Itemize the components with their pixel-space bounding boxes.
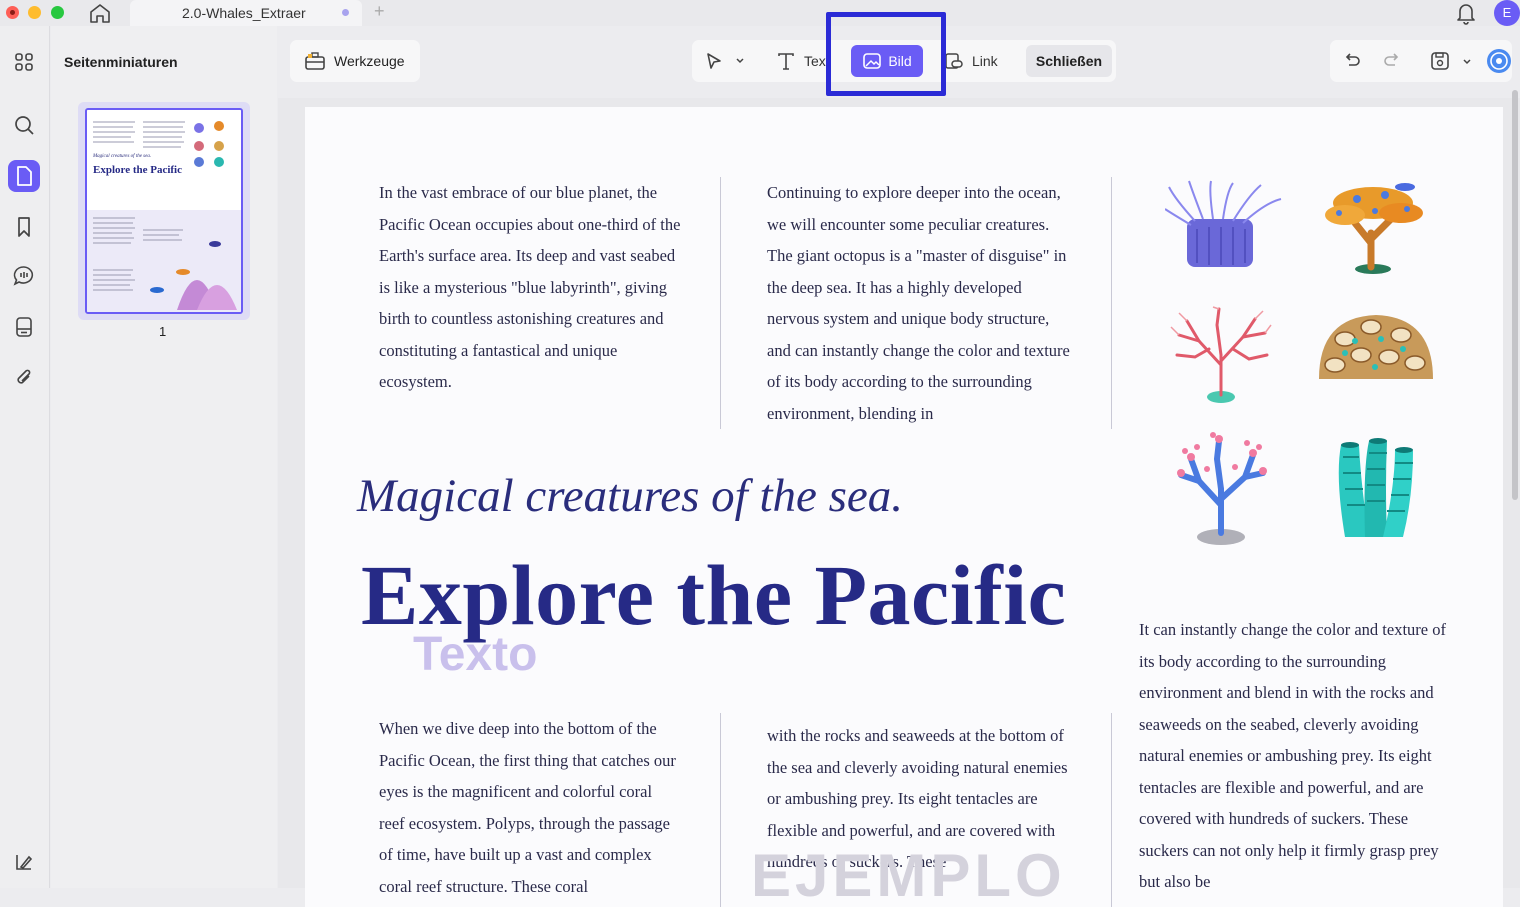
vertical-scrollbar[interactable] <box>1512 90 1518 500</box>
thumbnail-preview: Magical creatures of the sea. Explore th… <box>85 108 243 314</box>
page-thumbnail[interactable]: Magical creatures of the sea. Explore th… <box>78 102 250 320</box>
text-block-coral[interactable]: When we dive deep into the bottom of the… <box>379 713 681 902</box>
form-icon[interactable] <box>8 311 40 343</box>
save-icon[interactable] <box>1429 50 1451 77</box>
page-icon[interactable] <box>8 160 40 192</box>
watermark-texto: Texto <box>413 628 538 681</box>
coral-image-red-fan[interactable] <box>1169 305 1273 412</box>
link-tool-button[interactable]: Link <box>944 40 998 82</box>
grid-icon[interactable] <box>8 46 40 78</box>
coral-image-blue-branch[interactable] <box>1171 429 1271 552</box>
text-block-octopus[interactable]: Continuing to explore deeper into the oc… <box>767 177 1077 429</box>
unsaved-dot-icon <box>342 9 349 16</box>
new-tab-icon[interactable]: + <box>374 1 385 22</box>
document-page[interactable]: In the vast embrace of our blue planet, … <box>305 107 1503 907</box>
home-icon[interactable] <box>88 2 112 24</box>
redo-icon[interactable] <box>1382 51 1402 76</box>
select-tool-button[interactable] <box>704 40 746 82</box>
image-tool-label: Bild <box>888 53 912 69</box>
text-block-intro[interactable]: In the vast embrace of our blue planet, … <box>379 177 681 398</box>
thumbnail-subtitle: Magical creatures of the sea. <box>93 154 152 159</box>
zoom-window-button[interactable] <box>51 6 64 19</box>
left-rail <box>0 26 50 888</box>
thumbnail-panel: Seitenminiaturen Magical creatures of th… <box>51 26 277 888</box>
toolbar: Werkzeuge Tex Bild Link Schließen <box>278 12 1520 98</box>
panel-title: Seitenminiaturen <box>64 54 178 70</box>
link-icon <box>945 53 963 69</box>
image-tool-button[interactable]: Bild <box>851 45 923 77</box>
coral-image-purple-anemone[interactable] <box>1164 179 1285 276</box>
search-icon[interactable] <box>8 109 40 141</box>
coral-image-teal-tubes[interactable] <box>1325 437 1425 550</box>
chevron-down-icon[interactable] <box>1461 55 1473 73</box>
bell-icon[interactable] <box>1455 1 1477 25</box>
cursor-icon <box>707 53 721 69</box>
tools-label: Werkzeuge <box>334 53 405 69</box>
text-tool-button[interactable]: Tex <box>776 40 826 82</box>
text-icon <box>778 53 794 70</box>
tools-button[interactable]: Werkzeuge <box>290 40 420 82</box>
column-divider <box>1111 177 1112 429</box>
avatar[interactable]: E <box>1494 0 1520 26</box>
watermark-ejemplo: EJEMPLO <box>751 842 1066 907</box>
column-divider <box>720 713 721 907</box>
minimize-window-button[interactable] <box>28 6 41 19</box>
comment-icon[interactable] <box>8 260 40 292</box>
chevron-down-icon <box>736 58 744 64</box>
close-edit-button[interactable]: Schließen <box>1026 45 1112 77</box>
close-window-button[interactable] <box>6 6 19 19</box>
paperclip-icon[interactable] <box>8 361 40 393</box>
edit-tool-group: Tex Bild Link Schließen <box>692 40 1116 82</box>
column-divider <box>720 177 721 429</box>
document-canvas: In the vast embrace of our blue planet, … <box>278 98 1520 907</box>
column-divider <box>1111 713 1112 907</box>
toolbox-icon <box>304 50 326 72</box>
image-icon <box>863 53 882 69</box>
text-tool-label: Tex <box>804 53 826 69</box>
document-tab[interactable]: 2.0-Whales_Extraer <box>130 0 362 26</box>
subtitle[interactable]: Magical creatures of the sea. <box>357 469 903 523</box>
ai-assistant-icon[interactable] <box>1486 48 1512 79</box>
document-tab-title: 2.0-Whales_Extraer <box>182 5 306 21</box>
thumbnail-title: Explore the Pacific <box>93 164 182 176</box>
page-number: 1 <box>159 324 167 339</box>
undo-icon[interactable] <box>1342 51 1362 76</box>
sidebar-toggle-icon[interactable] <box>8 846 40 878</box>
coral-image-brain-dome[interactable] <box>1315 309 1437 394</box>
title-bar: 2.0-Whales_Extraer + E <box>0 0 1520 26</box>
bookmark-icon[interactable] <box>8 211 40 243</box>
coral-image-orange-tree[interactable] <box>1315 173 1435 282</box>
history-tool-group <box>1330 40 1512 82</box>
link-tool-label: Link <box>972 53 998 69</box>
text-block-right[interactable]: It can instantly change the color and te… <box>1139 614 1451 898</box>
